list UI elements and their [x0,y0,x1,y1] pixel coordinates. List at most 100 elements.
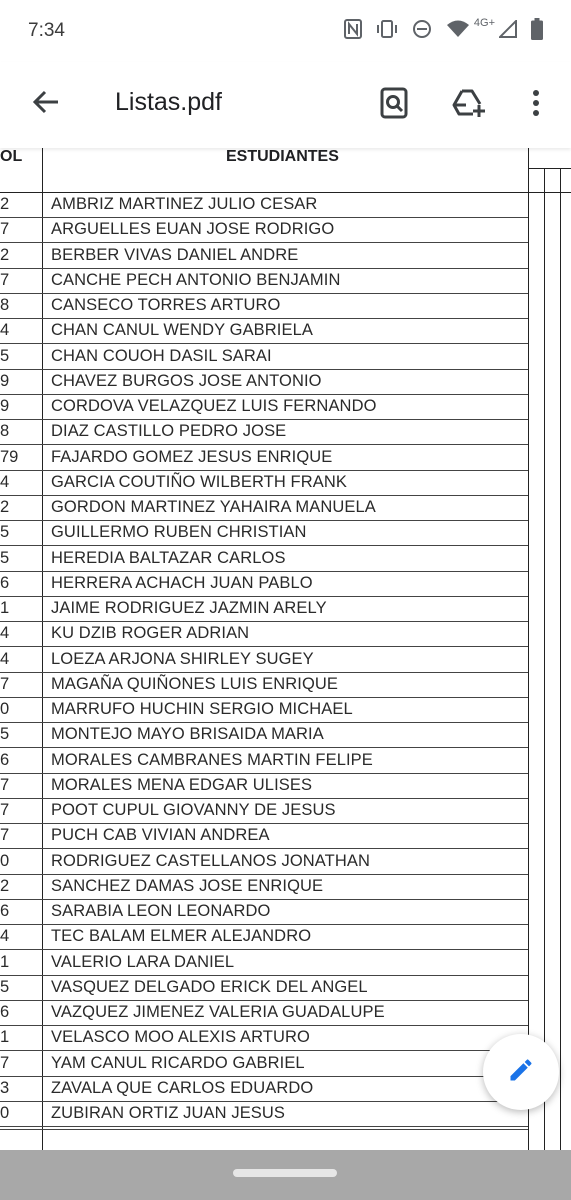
table-row: 5 HEREDIA BALTAZAR CARLOS [0,546,528,572]
table-row: 7 ARGUELLES EUAN JOSE RODRIGO [0,217,528,244]
row-number: 6 [0,902,10,920]
document-title: Listas.pdf [115,88,223,116]
student-name: MORALES MENA EDGAR ULISES [51,775,313,794]
table-row: 1 JAIME RODRIGUEZ JAZMIN ARELY [0,596,528,622]
row-number: 1 [0,1028,10,1047]
more-options-button[interactable] [520,84,552,126]
find-in-document-button[interactable] [373,84,415,126]
student-name: VASQUEZ DELGADO ERICK DEL ANGEL [51,977,368,996]
table-vertical-line [560,168,561,1150]
back-button[interactable] [26,84,66,124]
row-number: 1 [0,952,10,971]
pdf-page[interactable]: OL ESTUDIANTES 2 AMBRIZ MARTINEZ JULIO CE… [0,148,571,1150]
student-name: CHAVEZ BURGOS JOSE ANTONIO [51,371,322,390]
student-name: RODRIGUEZ CASTELLANOS JONATHAN [51,851,370,870]
row-number: 5 [0,548,10,567]
arrow-back-icon [32,90,60,119]
row-number: 7 [0,1053,10,1072]
student-name: AMBRIZ MARTINEZ JULIO CESAR [51,195,318,213]
student-name: MONTEJO MAYO BRISAIDA MARIA [51,725,324,744]
student-name: CHAN CANUL WENDY GABRIELA [51,321,313,340]
row-number: 7 [0,801,10,819]
table-row: 7 YAM CANUL RICARDO GABRIEL [0,1051,528,1077]
table-row: 7 MAGAÑA QUIÑONES LUIS ENRIQUE [0,672,528,698]
status-icons: 4G+ [343,17,543,45]
student-name: ZAVALA QUE CARLOS EDUARDO [51,1078,314,1097]
table-row: 5 GUILLERMO RUBEN CHRISTIAN [0,520,528,547]
add-to-drive-button[interactable] [447,84,491,126]
row-number: 9 [0,397,10,415]
table-row: 0 MARRUFO HUCHIN SERGIO MICHAEL [0,697,528,723]
edit-pencil-icon [507,1056,535,1089]
student-name: BERBER VIVAS DANIEL ANDRE [51,245,299,264]
student-name: GUILLERMO RUBEN CHRISTIAN [51,523,307,542]
table-row: 4 GARCIA COUTIÑO WILBERTH FRANK [0,470,528,496]
student-name: ZUBIRAN ORTIZ JUAN JESUS [51,1104,286,1122]
row-number: 79 [0,447,19,466]
row-number: 0 [0,1104,10,1122]
student-name: CORDOVA VELAZQUEZ LUIS FERNANDO [51,397,377,415]
student-name: MORALES CAMBRANES MARTIN FELIPE [51,750,373,769]
student-name: ARGUELLES EUAN JOSE RODRIGO [51,220,335,239]
header-column-ol: OL [0,148,23,165]
table-row: 8 CANSECO TORRES ARTURO [0,293,528,319]
table-row: 6 MORALES CAMBRANES MARTIN FELIPE [0,748,528,774]
row-number: 2 [0,498,10,516]
student-name: GARCIA COUTIÑO WILBERTH FRANK [51,472,347,491]
table-row: 4 LOEZA ARJONA SHIRLEY SUGEY [0,647,528,673]
student-name: PUCH CAB VIVIAN ANDREA [51,826,270,845]
table-vertical-line [544,168,545,1150]
table-row: 5 MONTEJO MAYO BRISAIDA MARIA [0,722,528,749]
table-row: 1 VELASCO MOO ALEXIS ARTURO [0,1025,528,1052]
table-vertical-line [528,148,529,1150]
table-row: 6 SARABIA LEON LEONARDO [0,899,528,925]
student-name: LOEZA ARJONA SHIRLEY SUGEY [51,649,314,668]
row-number: 6 [0,573,10,592]
row-number: 0 [0,851,10,870]
student-name: POOT CUPUL GIOVANNY DE JESUS [51,801,336,819]
status-bar: 7:34 4G+ [0,0,571,62]
row-number: 4 [0,649,10,668]
table-row: 4 TEC BALAM ELMER ALEJANDRO [0,924,528,951]
student-name: CANCHE PECH ANTONIO BENJAMIN [51,270,341,289]
student-name: CHAN COUOH DASIL SARAI [51,346,272,365]
student-name: HEREDIA BALTAZAR CARLOS [51,548,286,567]
row-number: 5 [0,977,10,996]
row-number: 2 [0,195,10,213]
home-gesture-handle[interactable] [233,1169,337,1177]
row-number: 4 [0,927,10,946]
student-name: VAZQUEZ JIMENEZ VALERIA GUADALUPE [51,1003,385,1021]
row-number: 2 [0,245,10,264]
status-time: 7:34 [28,20,65,41]
row-number: 4 [0,472,10,491]
table-row: 6 VAZQUEZ JIMENEZ VALERIA GUADALUPE [0,1000,528,1026]
row-number: 8 [0,296,10,314]
table-row: 9 CORDOVA VELAZQUEZ LUIS FERNANDO [0,394,528,420]
search-in-document-icon [380,87,408,124]
table-header-row: OL ESTUDIANTES [0,148,571,193]
student-name: FAJARDO GOMEZ JESUS ENRIQUE [51,447,333,466]
row-number: 7 [0,220,10,239]
student-name: DIAZ CASTILLO PEDRO JOSE [51,422,287,441]
row-number: 4 [0,624,10,643]
edit-fab-button[interactable] [483,1034,559,1110]
table-row: 2 GORDON MARTINEZ YAHAIRA MANUELA [0,495,528,521]
table-row: 8 DIAZ CASTILLO PEDRO JOSE [0,419,528,446]
table-row: 2 BERBER VIVAS DANIEL ANDRE [0,243,528,269]
student-name: YAM CANUL RICARDO GABRIEL [51,1053,305,1072]
table-row: 7 CANCHE PECH ANTONIO BENJAMIN [0,268,528,294]
table-row: 2 AMBRIZ MARTINEZ JULIO CESAR [0,192,528,218]
table-row: 7 POOT CUPUL GIOVANNY DE JESUS [0,798,528,824]
row-number: 5 [0,346,10,365]
table-row: 4 CHAN CANUL WENDY GABRIELA [0,318,528,345]
row-number: 5 [0,725,10,744]
student-name: SARABIA LEON LEONARDO [51,902,271,920]
student-name: HERRERA ACHACH JUAN PABLO [51,573,313,592]
student-name: MARRUFO HUCHIN SERGIO MICHAEL [51,700,353,718]
battery-icon [531,17,543,45]
table-row: 9 CHAVEZ BURGOS JOSE ANTONIO [0,369,528,395]
app-toolbar: Listas.pdf [0,62,571,148]
signal-icon [497,18,517,43]
student-name: VALERIO LARA DANIEL [51,952,235,971]
row-number: 0 [0,700,10,718]
